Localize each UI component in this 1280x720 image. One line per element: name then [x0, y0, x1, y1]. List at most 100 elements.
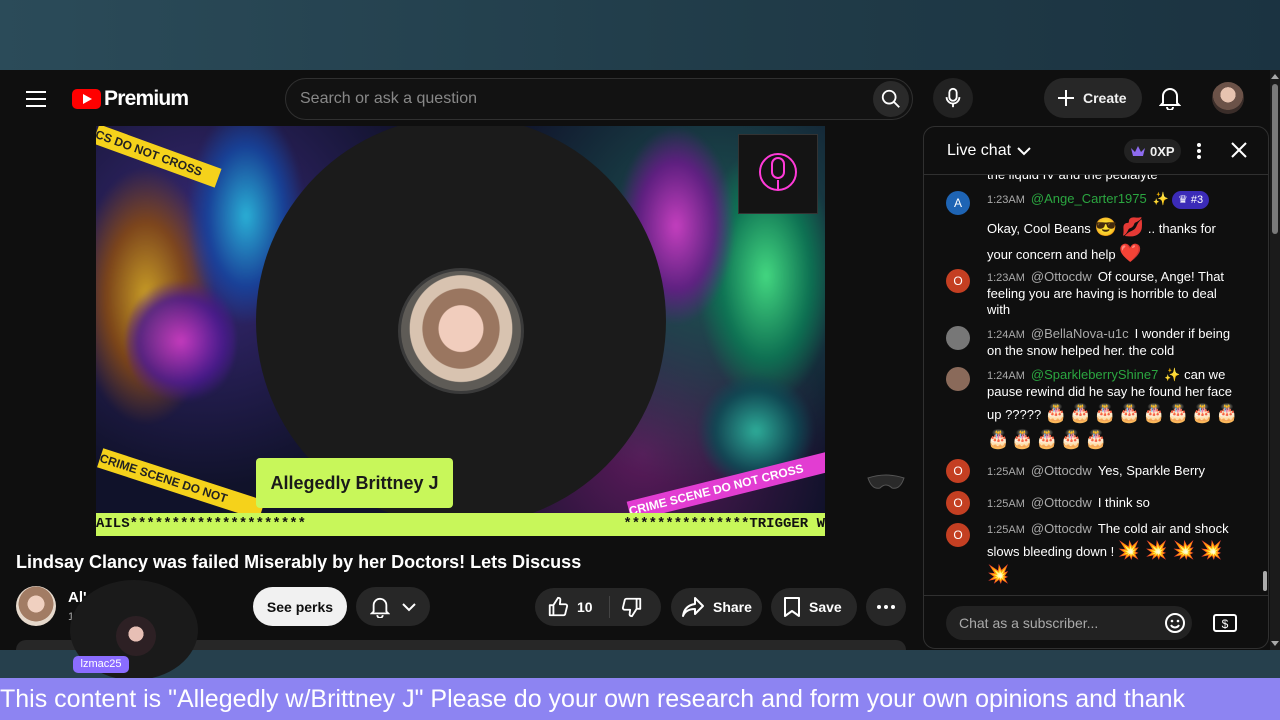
- more-actions-button[interactable]: [866, 588, 906, 626]
- chat-input-row: $: [924, 595, 1268, 648]
- dollar-icon: $: [1213, 614, 1237, 632]
- xp-badge[interactable]: 0XP: [1124, 139, 1181, 163]
- youtube-window: Premium Create CS DO NOT CROSS CRIME SCE…: [0, 70, 1270, 650]
- chat-timestamp: 1:24AM: [987, 329, 1025, 341]
- logo-text: Premium: [104, 87, 189, 110]
- mask-icon: [866, 470, 906, 499]
- thumbs-down-icon: [621, 597, 642, 618]
- chat-timestamp: 1:25AM: [987, 498, 1025, 510]
- chat-message-text: Okay, Cool Beans: [987, 221, 1091, 236]
- overlay-username: lzmac25: [73, 656, 129, 673]
- podcast-mic-icon: [759, 153, 797, 191]
- chat-timestamp: 1:23AM: [987, 272, 1025, 284]
- create-label: Create: [1083, 90, 1127, 106]
- chat-author[interactable]: @SparkleberryShine7: [1031, 367, 1158, 382]
- hamburger-icon[interactable]: [26, 91, 46, 107]
- chat-avatar: A: [946, 191, 970, 215]
- chat-timestamp: 1:25AM: [987, 466, 1025, 478]
- channel-avatar[interactable]: [16, 586, 56, 626]
- chat-timestamp: 1:23AM: [987, 194, 1025, 206]
- chat-message-text: I think so: [1097, 495, 1150, 510]
- dislike-button[interactable]: [621, 596, 643, 621]
- voice-search-button[interactable]: [933, 78, 973, 118]
- chat-author[interactable]: @Ottocdw: [1031, 495, 1092, 510]
- search-input[interactable]: [300, 79, 860, 119]
- account-avatar[interactable]: [1212, 82, 1244, 114]
- chat-author[interactable]: @Ottocdw: [1031, 463, 1092, 478]
- chat-author[interactable]: @Ange_Carter1975: [1031, 191, 1147, 206]
- bookmark-icon: [784, 597, 800, 617]
- thumbs-up-icon: [548, 596, 569, 617]
- rank-value: #3: [1190, 194, 1204, 206]
- live-chat-title: Live chat: [947, 142, 1012, 159]
- live-chat-panel: Live chat 0XP the liquid IV and the pedi…: [923, 126, 1269, 649]
- chat-avatar: O: [946, 523, 970, 547]
- scroll-down-icon[interactable]: [1271, 641, 1279, 646]
- sparkle-icon: ✨: [1152, 191, 1169, 206]
- chat-scrollbar[interactable]: [1263, 571, 1267, 591]
- chat-timestamp: 1:25AM: [987, 524, 1025, 536]
- bell-icon: [1159, 88, 1181, 110]
- save-label: Save: [809, 599, 842, 615]
- video-title: Lindsay Clancy was failed Miserably by h…: [16, 552, 582, 572]
- ticker-right: ***************TRIGGER W: [623, 516, 825, 532]
- chat-avatar: O: [946, 491, 970, 515]
- chevron-down-icon: [1017, 147, 1031, 156]
- window-scrollbar[interactable]: [1270, 70, 1280, 650]
- close-chat-button[interactable]: [1230, 141, 1248, 164]
- like-divider: [609, 596, 610, 618]
- chat-timestamp: 1:24AM: [987, 370, 1025, 382]
- chat-message-text: the liquid IV and the pedialyte: [987, 175, 1242, 183]
- plus-icon: [1058, 90, 1074, 106]
- youtube-play-icon: [72, 89, 101, 109]
- share-button[interactable]: Share: [671, 588, 762, 626]
- share-label: Share: [713, 599, 752, 615]
- desktop-background-bottom: [0, 650, 1280, 678]
- search-box: [285, 78, 913, 120]
- podcast-logo: [738, 134, 818, 214]
- xp-value: 0XP: [1150, 143, 1175, 159]
- chat-input[interactable]: [946, 606, 1192, 640]
- video-player[interactable]: CS DO NOT CROSS CRIME SCENE DO NOT CRIME…: [96, 126, 825, 536]
- bell-icon: [370, 597, 390, 618]
- like-button[interactable]: 10: [547, 596, 593, 618]
- chat-avatar: O: [946, 269, 970, 293]
- chat-message-list[interactable]: the liquid IV and the pedialyte A 1:23AM…: [924, 175, 1268, 593]
- live-chat-header: Live chat 0XP: [924, 127, 1268, 175]
- chat-message-text: Yes, Sparkle Berry: [1097, 463, 1205, 478]
- emoji-icon: [1165, 613, 1185, 633]
- scroll-thumb[interactable]: [1272, 84, 1278, 234]
- mic-icon: [945, 87, 961, 108]
- super-chat-button[interactable]: $: [1212, 612, 1238, 639]
- chat-options-button[interactable]: [1194, 141, 1204, 161]
- save-button[interactable]: Save: [771, 588, 857, 626]
- crown-icon: [1131, 146, 1145, 156]
- chat-avatar: [946, 367, 970, 391]
- search-icon: [881, 89, 900, 108]
- sparkle-icon: ✨: [1164, 367, 1181, 382]
- host-name-bar: Allegedly Brittney J: [256, 458, 453, 508]
- chat-avatar: O: [946, 459, 970, 483]
- emoji-picker-button[interactable]: [1164, 612, 1186, 639]
- see-perks-button[interactable]: See perks: [253, 587, 347, 626]
- youtube-premium-logo[interactable]: Premium: [72, 87, 189, 111]
- chat-author[interactable]: @Ottocdw: [1031, 269, 1092, 284]
- like-dislike-group: 10: [535, 588, 661, 626]
- chat-author[interactable]: @Ottocdw: [1031, 521, 1092, 536]
- live-chat-mode-dropdown[interactable]: Live chat: [947, 142, 1031, 160]
- notifications-button[interactable]: [1152, 80, 1188, 116]
- emoji-sunglasses-lips: 😎 💋: [1094, 217, 1145, 237]
- rank-badge: ♛ #3: [1171, 191, 1210, 209]
- close-icon: [1231, 142, 1247, 158]
- overlay-guest-photo: [116, 616, 156, 656]
- video-ticker: AILS********************* **************…: [96, 513, 825, 536]
- more-horizontal-icon: [877, 605, 895, 609]
- svg-text:$: $: [1222, 617, 1229, 631]
- search-button[interactable]: [873, 81, 909, 117]
- chat-author[interactable]: @BellaNova-u1c: [1031, 326, 1129, 341]
- scroll-up-icon[interactable]: [1271, 74, 1279, 79]
- tape-left: CRIME SCENE DO NOT: [97, 448, 265, 520]
- subscription-notifications-button[interactable]: [356, 587, 430, 626]
- create-button[interactable]: Create: [1044, 78, 1142, 118]
- emoji-heart: ❤️: [1119, 243, 1142, 263]
